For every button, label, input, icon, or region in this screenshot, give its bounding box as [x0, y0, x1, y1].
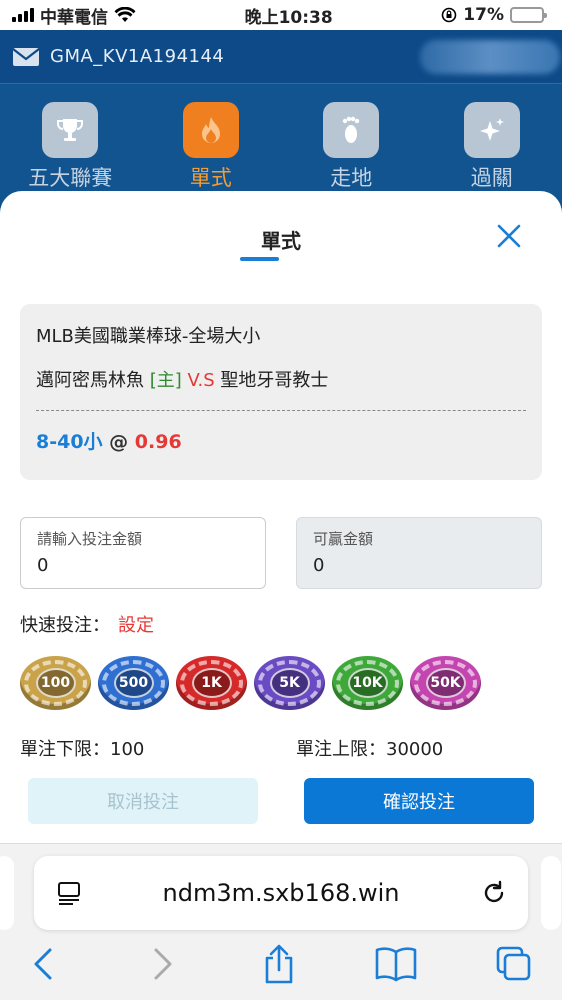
cancel-bet-button[interactable]: 取消投注 — [28, 778, 258, 824]
stake-label: 請輸入投注金額 — [37, 530, 143, 548]
confirm-bet-button[interactable]: 確認投注 — [304, 778, 534, 824]
dashed-divider — [36, 410, 526, 411]
carrier-name: 中華電信 — [40, 7, 108, 28]
chip-5k[interactable]: 5K — [254, 656, 325, 710]
previous-tab-preview[interactable] — [0, 856, 14, 930]
wifi-icon — [114, 7, 136, 22]
chip-500[interactable]: 500 — [98, 656, 169, 710]
nav-item-single[interactable]: 單式 — [161, 102, 261, 204]
nav-label: 過關 — [470, 166, 513, 190]
main-nav: 五大聯賽 單式 走地 過關 — [0, 84, 562, 204]
account-id: GMA_KV1A194144 — [50, 46, 225, 67]
modal-title: 單式 — [261, 229, 301, 253]
chip-label: 50K — [425, 668, 466, 698]
at-sign: @ — [109, 431, 129, 453]
chip-row: 100 500 1K 5K 10K 50K — [20, 656, 481, 710]
chip-label: 10K — [347, 668, 388, 698]
url-text[interactable]: ndm3m.sxb168.win — [82, 879, 480, 907]
nav-item-parlay[interactable]: 過關 — [442, 102, 542, 204]
bet-slip-modal: 單式 MLB美國職業棒球-全場大小 邁阿密馬林魚 [主] V.S 聖地牙哥教士 … — [0, 191, 562, 851]
footprint-icon — [323, 102, 380, 158]
title-underline — [240, 257, 279, 261]
win-value: 0 — [313, 555, 325, 576]
battery-percent: 17% — [463, 5, 504, 25]
league-name: MLB美國職業棒球-全場大小 — [36, 326, 261, 347]
bookmarks-icon[interactable] — [374, 944, 418, 984]
tabs-icon[interactable] — [494, 944, 534, 984]
bet-details-card: MLB美國職業棒球-全場大小 邁阿密馬林魚 [主] V.S 聖地牙哥教士 8-4… — [20, 304, 542, 480]
clock: 晚上10:38 — [244, 7, 333, 28]
forward-icon[interactable] — [150, 944, 176, 984]
chip-1k[interactable]: 1K — [176, 656, 247, 710]
nav-label: 走地 — [330, 166, 373, 190]
nav-item-live[interactable]: 走地 — [301, 102, 401, 204]
bet-selection: 8-40小 — [36, 431, 103, 453]
app-header: GMA_KV1A194144 — [0, 30, 562, 84]
chip-100[interactable]: 100 — [20, 656, 91, 710]
browser-toolbar — [0, 944, 562, 994]
trophy-icon — [42, 102, 99, 158]
stake-input[interactable]: 請輸入投注金額 0 — [20, 517, 266, 589]
chip-label: 500 — [113, 668, 154, 698]
nav-item-leagues[interactable]: 五大聯賽 — [20, 102, 120, 204]
battery-icon — [509, 7, 547, 23]
match-line: 邁阿密馬林魚 [主] V.S 聖地牙哥教士 — [36, 366, 526, 392]
home-tag: [主] — [149, 370, 182, 391]
flame-icon — [182, 102, 239, 158]
odds-line: 8-40小 @ 0.96 — [36, 427, 526, 454]
orientation-lock-icon — [441, 7, 457, 23]
nav-label: 五大聯賽 — [28, 166, 113, 190]
address-bar[interactable]: ndm3m.sxb168.win — [34, 856, 528, 930]
home-team: 邁阿密馬林魚 — [36, 370, 144, 391]
min-bet-limit: 單注下限：100 — [20, 739, 145, 760]
quick-bet-label: 快速投注： — [20, 615, 110, 636]
close-icon[interactable] — [494, 221, 524, 251]
next-tab-preview[interactable] — [541, 856, 561, 930]
sparkle-icon — [463, 102, 520, 158]
max-bet-limit: 單注上限：30000 — [296, 739, 444, 760]
chip-label: 1K — [191, 668, 232, 698]
share-icon[interactable] — [261, 944, 297, 986]
chip-10k[interactable]: 10K — [332, 656, 403, 710]
reload-icon[interactable] — [480, 879, 508, 907]
win-label: 可贏金額 — [313, 530, 374, 548]
blurred-balance — [420, 40, 560, 74]
chip-label: 100 — [35, 668, 76, 698]
vs-label: V.S — [187, 370, 215, 391]
signal-icon — [12, 8, 34, 22]
chip-50k[interactable]: 50K — [410, 656, 481, 710]
stake-value[interactable]: 0 — [37, 555, 249, 576]
back-icon[interactable] — [30, 944, 56, 984]
status-bar: 中華電信 晚上10:38 17% — [0, 0, 562, 30]
quick-bet-settings-link[interactable]: 設定 — [118, 615, 154, 636]
mail-icon[interactable] — [12, 47, 40, 67]
browser-chrome: ndm3m.sxb168.win — [0, 843, 562, 1000]
nav-label: 單式 — [189, 166, 232, 190]
quick-bet-row: 快速投注： 設定 — [20, 611, 154, 637]
reader-icon[interactable] — [56, 880, 82, 906]
chip-label: 5K — [269, 668, 310, 698]
win-amount-field: 可贏金額 0 — [296, 517, 542, 589]
away-team: 聖地牙哥教士 — [220, 370, 329, 391]
odds-value: 0.96 — [134, 431, 182, 453]
